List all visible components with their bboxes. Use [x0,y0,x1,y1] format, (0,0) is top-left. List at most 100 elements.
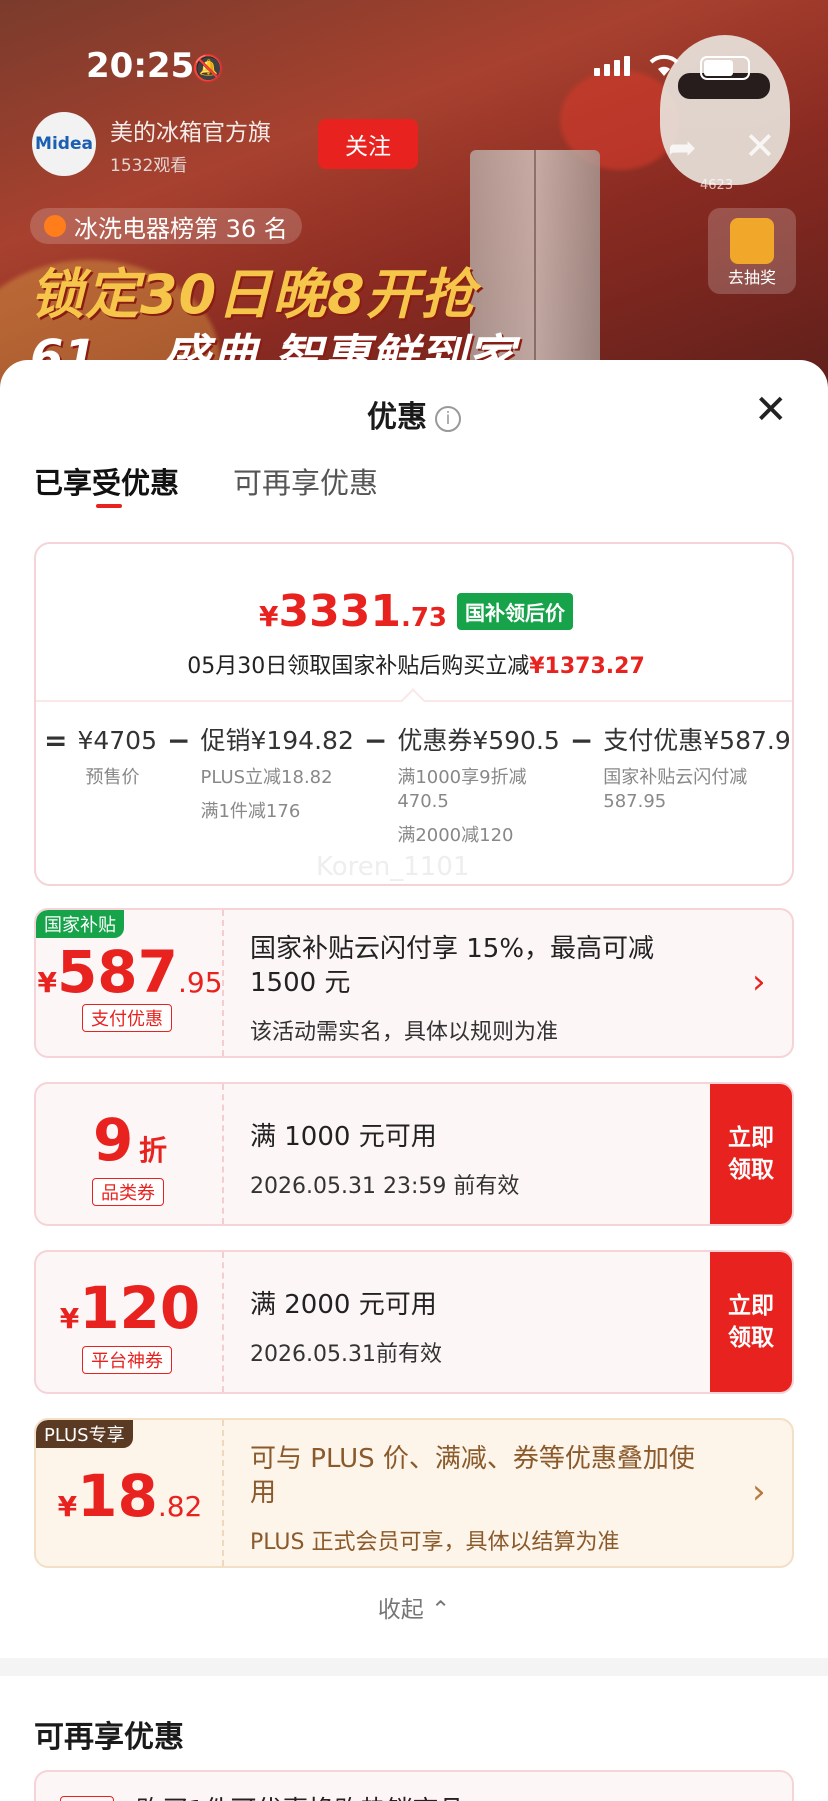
card-description: 该活动需实名，具体以规则为准 [250,1020,559,1045]
breakdown-coupon: 优惠券¥590.5 满1000享9折减 470.5 满2000减120 [397,724,559,848]
saving-description: 05月30日领取国家补贴后购买立减¥1373.27 [36,648,792,680]
breakdown-note: 预售价 [85,767,140,788]
card-description: PLUS 正式会员可享，具体以结算为准 [250,1530,620,1555]
tab-available[interactable]: 可再享优惠 [233,460,378,502]
breakdown-head: 优惠券¥590.5 [397,726,560,755]
breakdown-presale: ¥4705 预售价 [77,724,157,790]
breakdown-payment: 支付优惠¥587.95 国家补贴云闪付减 587.95 [603,724,794,814]
card-body: 国家补贴云闪付享 15%，最高可减 1500 元 该活动需实名，具体以规则为准 [250,932,710,1046]
breakdown-head: 促销¥194.82 [200,726,354,755]
subsidy-payment-card[interactable]: 国家补贴 ¥587.95 支付优惠 国家补贴云闪付享 15%，最高可减 1500… [34,908,794,1058]
sheet-header: 优惠 i [0,392,828,436]
rank-badge-text: 冰洗电器榜第 36 名 [74,214,288,243]
breakdown-note: 满1000享9折减 470.5 [397,767,527,812]
breakdown-head: ¥4705 [77,726,157,755]
fire-icon [44,215,66,237]
breakdown-promotion: 促销¥194.82 PLUS立减18.82 满1件减176 [200,724,353,824]
wifi-icon [649,54,679,76]
shop-name[interactable]: 美的冰箱官方旗 [110,113,271,147]
breakdown-head: 支付优惠¥587.95 [603,726,794,755]
divider-notch [400,688,426,714]
status-bar: 20:25 🔕 [0,0,828,120]
viewer-count: 1532观看 [110,155,188,176]
card-amount: ¥587.95 [36,938,224,1006]
card-title: 满 1000 元可用 [250,1122,437,1152]
amount-integer: 120 [79,1274,201,1342]
tab-enjoyed[interactable]: 已享受优惠 [34,460,179,508]
mute-bell-icon: 🔕 [192,54,225,84]
rank-badge[interactable]: 冰洗电器榜第 36 名 [30,208,302,244]
minus-sign: − [569,724,594,757]
watermark: Koren_1101 [316,852,470,882]
collapse-button[interactable]: 收起 ⌃ [0,1590,828,1624]
section-gap [0,1658,828,1676]
amount-integer: 587 [56,938,179,1006]
status-time: 20:25 [86,46,195,86]
final-price: ¥ 3331 .73 国补领后价 [36,586,792,637]
card-type-chip: 平台神券 [82,1346,172,1374]
live-stream-background: 20:25 🔕 Midea 美的冰箱官方旗 1532观看 关注 ➦ ✕ 4623… [0,0,828,400]
amount-decimal: .95 [178,966,223,999]
battery-icon [700,56,750,80]
amount-integer: 9 [93,1106,134,1174]
price-summary-card: ¥ 3331 .73 国补领后价 05月30日领取国家补贴后购买立减¥1373.… [34,542,794,886]
amount-integer: 18 [77,1462,158,1530]
offer-tag: 换购 [60,1796,114,1801]
card-body: 满 1000 元可用 2026.05.31 23:59 前有效 [250,1120,519,1200]
more-offer-item[interactable]: 换购 购买1件可优惠换购热销商品 [34,1770,794,1801]
offer-text: 购买1件可优惠换购热销商品 [136,1790,465,1801]
currency-symbol: ¥ [37,966,57,999]
minus-sign: − [363,724,388,757]
discount-tabs: 已享受优惠 可再享优惠 [34,460,378,508]
cellular-signal-icon [594,56,630,76]
saving-text: 05月30日领取国家补贴后购买立减 [187,654,530,679]
subsidy-price-tag: 国补领后价 [457,593,573,630]
card-title: 满 2000 元可用 [250,1290,437,1320]
amount-unit: 折 [138,1134,167,1167]
card-type-chip: 支付优惠 [82,1004,172,1032]
card-title: 国家补贴云闪付享 15%，最高可减 1500 元 [250,934,655,998]
follow-button[interactable]: 关注 [318,119,418,169]
lottery-jar-icon [730,218,774,264]
card-body: 满 2000 元可用 2026.05.31前有效 [250,1288,442,1368]
breakdown-note: 满2000减120 [397,825,514,846]
card-description: 2026.05.31前有效 [250,1342,442,1367]
platform-coupon-card: ¥120 平台神券 满 2000 元可用 2026.05.31前有效 立即领取 [34,1250,794,1394]
room-id: 4623 [700,178,734,193]
breakdown-note: 国家补贴云闪付减 587.95 [603,767,748,812]
sheet-title: 优惠 [367,400,427,435]
amount-decimal: .82 [157,1490,203,1523]
breakdown-note: 满1件减176 [200,801,301,822]
close-sheet-icon[interactable]: ✕ [754,390,788,430]
category-coupon-card: 9 折 品类券 满 1000 元可用 2026.05.31 23:59 前有效 … [34,1082,794,1226]
card-amount: ¥18.82 [36,1462,224,1530]
share-icon[interactable]: ➦ [668,128,697,168]
subsidy-corner-badge: 国家补贴 [36,910,124,938]
currency-symbol: ¥ [59,1302,80,1335]
price-breakdown: = ¥4705 预售价 − 促销¥194.82 PLUS立减18.82 满1件减… [36,724,794,848]
close-icon[interactable]: ✕ [744,124,776,168]
claim-coupon-button[interactable]: 立即领取 [710,1084,792,1224]
claim-label: 立即领取 [728,1125,774,1183]
shop-logo[interactable]: Midea [32,112,96,176]
plus-member-card[interactable]: PLUS专享 ¥18.82 可与 PLUS 价、满减、券等优惠叠加使用 PLUS… [34,1418,794,1568]
chevron-up-icon: ⌃ [431,1597,451,1623]
card-amount: ¥120 [36,1274,224,1342]
price-integer: 3331 [278,586,401,637]
chevron-right-icon[interactable]: › [752,1472,766,1512]
shop-header[interactable]: Midea 美的冰箱官方旗 1532观看 [32,112,271,176]
currency-symbol: ¥ [258,600,279,633]
card-type-chip: 品类券 [92,1178,164,1206]
claim-coupon-button[interactable]: 立即领取 [710,1252,792,1392]
minus-sign: − [167,724,191,757]
breakdown-note: PLUS立减18.82 [200,767,333,788]
card-description: 2026.05.31 23:59 前有效 [250,1174,520,1199]
chevron-right-icon[interactable]: › [752,962,766,1002]
info-icon[interactable]: i [435,406,461,432]
price-decimal: .73 [400,603,447,633]
card-title: 可与 PLUS 价、满减、券等优惠叠加使用 [250,1444,695,1508]
currency-symbol: ¥ [57,1490,78,1523]
lottery-button[interactable]: 去抽奖 [708,208,796,294]
card-amount: 9 折 [36,1106,224,1174]
more-offers-title: 可再享优惠 [34,1720,184,1755]
